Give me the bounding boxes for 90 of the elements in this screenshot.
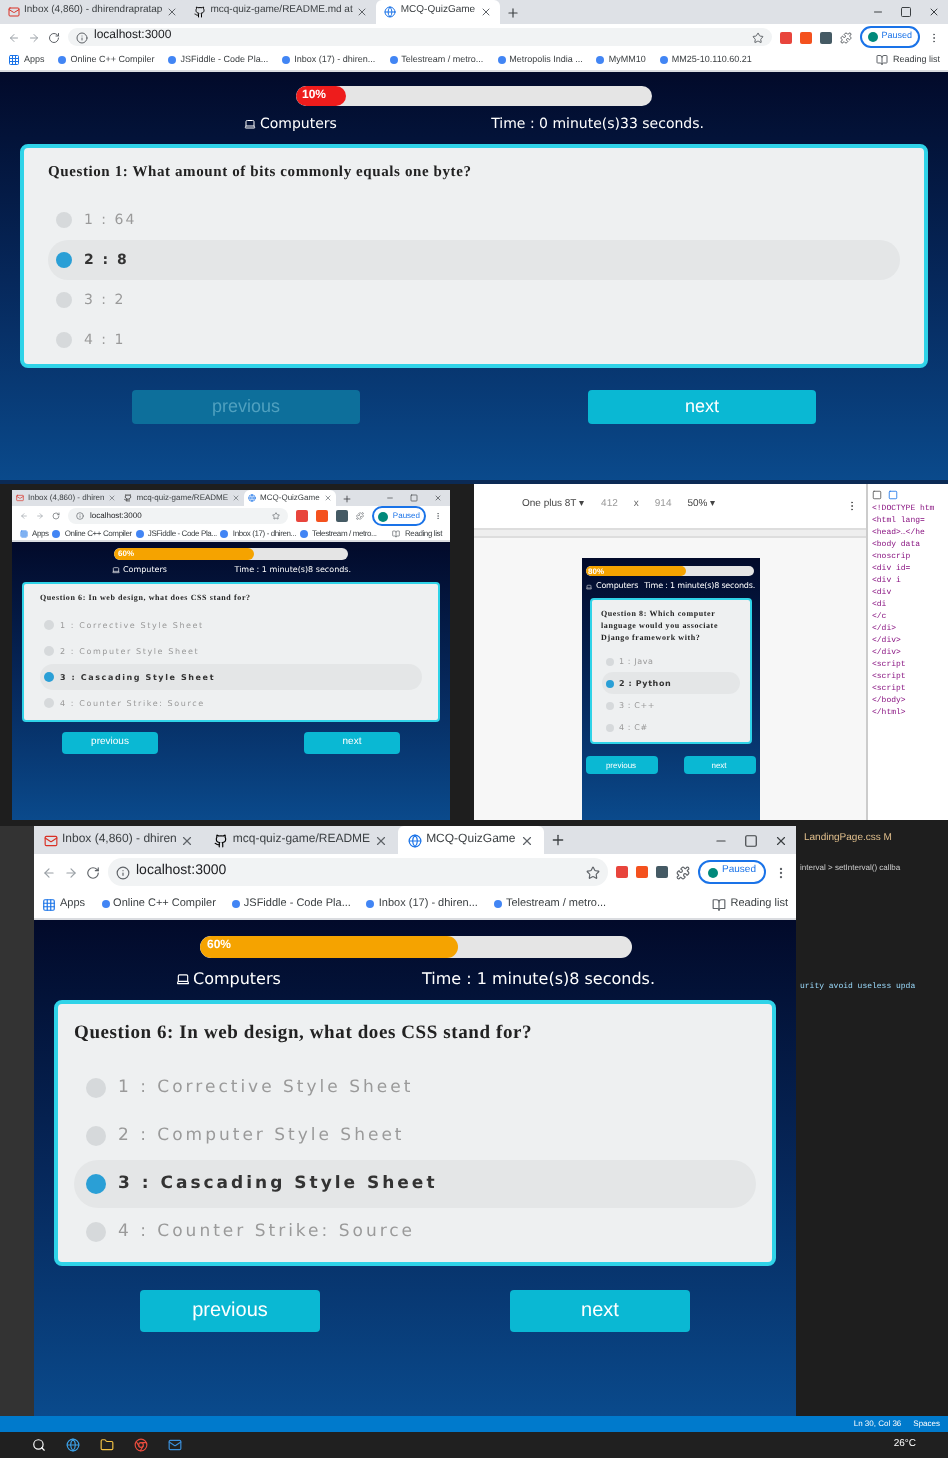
star-icon[interactable] (586, 865, 601, 879)
mail-icon (8, 6, 20, 18)
radio-icon (56, 252, 72, 268)
puzzle-icon[interactable] (839, 31, 852, 43)
info-icon (116, 865, 130, 879)
reload-icon[interactable] (52, 512, 60, 520)
mail-icon[interactable] (168, 1438, 182, 1452)
bookmark-icon (389, 56, 398, 64)
laptop-icon (244, 118, 256, 130)
radio-icon (44, 672, 54, 682)
close-icon[interactable] (928, 6, 940, 18)
close-icon[interactable] (479, 6, 492, 18)
mail-icon (16, 494, 24, 502)
avatar-icon (378, 511, 389, 521)
back-icon[interactable] (42, 865, 56, 879)
star-icon[interactable] (272, 512, 281, 520)
cat-icon (124, 494, 133, 502)
laptop-icon (586, 583, 592, 589)
radio-icon (86, 1078, 106, 1098)
radio-icon (56, 332, 72, 348)
star-icon[interactable] (751, 31, 764, 43)
maximize-icon[interactable] (744, 833, 758, 847)
inspect-icon[interactable] (872, 490, 882, 500)
mail-icon (44, 833, 58, 847)
new-tab-icon[interactable] (549, 832, 566, 848)
radio-icon (605, 679, 613, 687)
reload-icon[interactable] (86, 865, 100, 879)
radio-icon (56, 292, 72, 308)
bookmark-icon (659, 56, 668, 64)
puzzle-icon[interactable] (676, 865, 691, 879)
bookmark-icon (366, 900, 375, 908)
reload-icon[interactable] (48, 31, 60, 43)
avatar-icon (708, 867, 719, 877)
apps-icon (8, 54, 20, 66)
bookmark-icon (168, 56, 177, 64)
bookmark-icon (596, 56, 605, 64)
puzzle-icon[interactable] (356, 512, 365, 520)
radio-icon (44, 698, 54, 708)
radio-icon (86, 1222, 106, 1242)
cat-icon (194, 6, 207, 18)
book-icon (876, 54, 889, 66)
apps-icon (42, 897, 56, 911)
device-toolbar-icon[interactable] (888, 490, 898, 500)
maximize-icon[interactable] (900, 6, 912, 18)
close-icon[interactable] (356, 6, 369, 18)
bookmark-icon (220, 529, 229, 537)
globe-icon (408, 833, 423, 847)
info-icon (76, 512, 84, 520)
browser-icon[interactable] (134, 1438, 148, 1452)
globe-icon (384, 6, 397, 18)
bookmark-icon (52, 529, 61, 537)
radio-icon (44, 620, 54, 630)
search-icon[interactable] (32, 1438, 46, 1452)
apps-icon (20, 529, 28, 537)
radio-icon (86, 1174, 106, 1194)
close-icon[interactable] (774, 833, 788, 847)
close-icon[interactable] (180, 833, 195, 847)
bookmark-icon (101, 900, 110, 908)
close-icon[interactable] (374, 833, 389, 847)
bookmark-icon (282, 56, 291, 64)
globe-icon (248, 494, 257, 502)
bookmark-icon (58, 56, 67, 64)
forward-icon[interactable] (64, 865, 78, 879)
question-text: Question 6: In web design, what does CSS stand for? (74, 1022, 535, 1048)
bookmark-icon (300, 529, 309, 537)
folder-icon[interactable] (100, 1438, 114, 1452)
info-icon (76, 31, 88, 43)
bookmark-icon (497, 56, 506, 64)
cat-icon (214, 833, 229, 847)
book-icon (392, 529, 401, 537)
bookmark-icon (135, 529, 144, 537)
avatar-icon (867, 32, 878, 42)
globe-icon[interactable] (66, 1438, 80, 1452)
laptop-icon (175, 972, 189, 986)
bookmark-icon (231, 900, 240, 908)
radio-icon (86, 1126, 106, 1146)
new-tab-icon[interactable] (341, 493, 352, 503)
book-icon (712, 897, 727, 911)
bookmark-icon (493, 900, 502, 908)
answer-option[interactable]: 3 : Cascading Style Sheet (74, 1160, 756, 1208)
category-label: Computers (193, 967, 281, 991)
timer-text: Time : 1 minute(s)8 seconds. (422, 967, 655, 991)
menu-icon[interactable] (774, 865, 788, 879)
new-tab-icon[interactable] (505, 5, 520, 19)
close-icon[interactable] (519, 833, 534, 847)
radio-icon (44, 646, 54, 656)
close-icon[interactable] (166, 6, 179, 18)
radio-icon (56, 212, 72, 228)
minimize-icon[interactable] (872, 6, 884, 18)
laptop-icon (111, 566, 119, 574)
